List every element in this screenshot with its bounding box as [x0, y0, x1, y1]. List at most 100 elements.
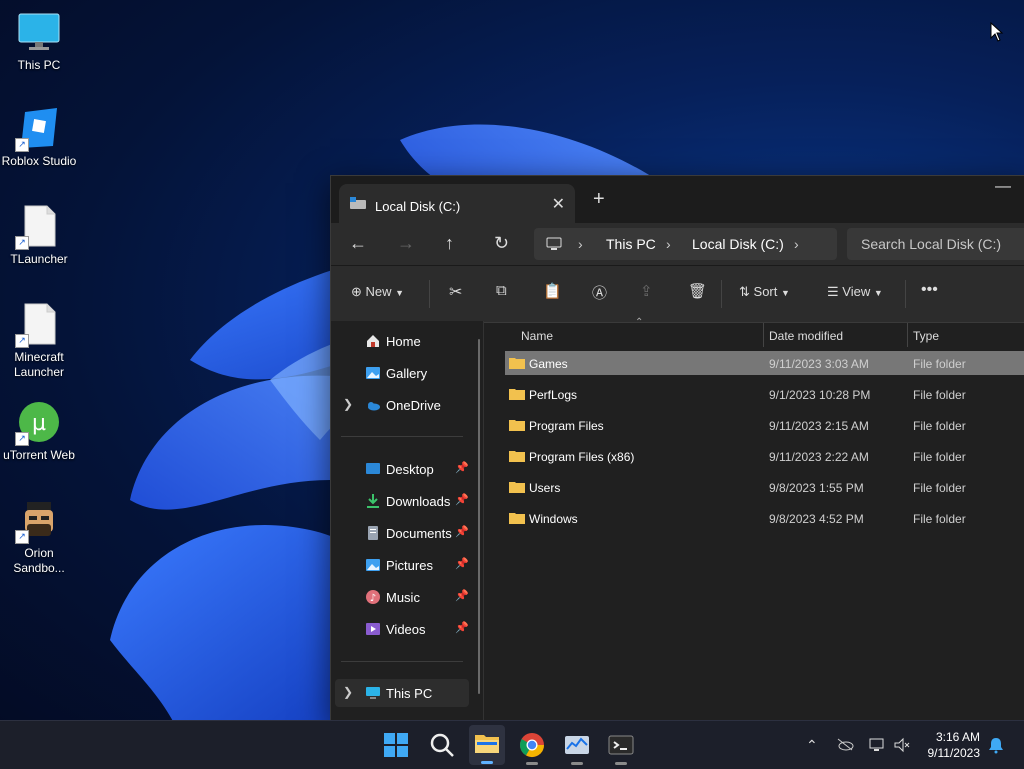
chevron-right-icon[interactable]: › — [794, 236, 799, 252]
minimize-button[interactable]: — — [995, 178, 1011, 196]
row-name: Program Files — [529, 419, 604, 433]
desktop-icon-roblox-studio[interactable]: ↗ Roblox Studio — [0, 106, 78, 169]
desktop-icon-orion-sandbox[interactable]: ↗ Orion Sandbo... — [0, 498, 78, 576]
pin-icon[interactable]: 📌 — [455, 525, 469, 538]
desktop-icon-tlauncher[interactable]: ↗ TLauncher — [0, 204, 78, 267]
nav-item-home[interactable]: Home — [331, 327, 469, 355]
folder-icon — [475, 735, 499, 753]
up-arrow-icon[interactable]: ↑ — [445, 233, 454, 254]
nav-item-gallery[interactable]: Gallery — [331, 359, 469, 387]
chevron-right-icon[interactable]: ❯ — [343, 685, 353, 699]
nav-scrollbar[interactable] — [478, 339, 480, 694]
forward-arrow-icon[interactable]: → — [397, 233, 415, 254]
new-tab-icon[interactable]: + — [593, 188, 605, 211]
breadcrumb-local-disk[interactable]: Local Disk (C:) — [692, 236, 784, 252]
divider[interactable] — [907, 323, 908, 347]
shortcut-arrow-icon: ↗ — [15, 432, 29, 446]
sort-button[interactable]: ⇅ Sort ▼ — [739, 284, 790, 300]
tab-local-disk[interactable]: Local Disk (C:) ✕ — [339, 184, 575, 223]
monitor-icon — [546, 237, 562, 250]
onedrive-offline-icon[interactable] — [836, 737, 854, 751]
search-button[interactable] — [428, 731, 456, 759]
view-list-icon: ☰ — [827, 284, 839, 299]
breadcrumb[interactable]: › This PC › Local Disk (C:) › — [534, 228, 837, 260]
chevron-down-icon: ▼ — [395, 288, 405, 298]
table-row[interactable]: Games 9/11/2023 3:03 AM File folder — [505, 351, 1024, 375]
show-hidden-icons-chevron-icon[interactable]: ⌃ — [806, 737, 818, 754]
delete-icon[interactable]: 🗑 — [688, 282, 707, 300]
system-clock[interactable]: 3:16 AM 9/11/2023 — [928, 729, 981, 761]
nav-item-desktop[interactable]: Desktop 📌 — [331, 455, 469, 483]
close-tab-icon[interactable]: ✕ — [552, 194, 565, 214]
paste-icon[interactable]: 📋 — [543, 282, 562, 300]
more-options-icon[interactable]: ••• — [921, 281, 938, 299]
nav-item-videos[interactable]: Videos 📌 — [331, 615, 469, 643]
video-icon — [365, 621, 381, 637]
nav-item-this-pc[interactable]: ❯ This PC — [335, 679, 469, 707]
nav-item-pictures[interactable]: Pictures 📌 — [331, 551, 469, 579]
copy-icon[interactable]: ⧉ — [496, 282, 507, 299]
new-button[interactable]: ⊕ New ▼ — [351, 284, 404, 300]
refresh-icon[interactable]: ↻ — [494, 233, 509, 254]
picture-icon — [365, 557, 381, 573]
nav-item-onedrive[interactable]: ❯ OneDrive — [331, 391, 469, 419]
taskbar-chrome[interactable] — [518, 731, 546, 765]
pin-icon[interactable]: 📌 — [455, 557, 469, 570]
nav-item-documents[interactable]: Documents 📌 — [331, 519, 469, 547]
table-row[interactable]: Users 9/8/2023 1:55 PM File folder — [505, 475, 1024, 499]
search-input[interactable]: Search Local Disk (C:) — [847, 228, 1024, 260]
view-label: View — [842, 284, 871, 299]
breadcrumb-this-pc[interactable]: This PC — [606, 236, 656, 252]
file-list: Name ⌃ Date modified Type Games 9/11/202… — [491, 317, 1024, 721]
desktop-icon-label: This PC — [17, 58, 61, 72]
share-icon[interactable]: ⇪ — [640, 282, 653, 300]
divider[interactable] — [763, 323, 764, 347]
taskbar-file-explorer[interactable] — [469, 725, 505, 765]
cut-icon[interactable]: ✂ — [449, 282, 462, 302]
pin-icon[interactable]: 📌 — [455, 461, 469, 474]
running-indicator — [571, 762, 583, 765]
rename-icon[interactable]: Ⓐ — [592, 282, 607, 303]
folder-icon — [509, 389, 525, 400]
view-button[interactable]: ☰ View ▼ — [827, 284, 883, 300]
divider — [341, 436, 463, 437]
column-header-type[interactable]: Type — [913, 329, 939, 343]
pin-icon[interactable]: 📌 — [455, 621, 469, 634]
column-header-name[interactable]: Name — [521, 329, 553, 343]
nav-item-music[interactable]: ♪ Music 📌 — [331, 583, 469, 611]
row-type: File folder — [913, 512, 966, 526]
row-type: File folder — [913, 388, 966, 402]
desktop-icon-this-pc[interactable]: This PC — [0, 10, 78, 73]
pin-icon[interactable]: 📌 — [455, 493, 469, 506]
desktop-icon-label: Minecraft Launcher — [13, 350, 65, 379]
volume-muted-icon[interactable] — [893, 737, 911, 753]
table-row[interactable]: Program Files 9/11/2023 2:15 AM File fol… — [505, 413, 1024, 437]
back-arrow-icon[interactable]: ← — [349, 233, 367, 254]
running-indicator — [526, 762, 538, 765]
nav-item-label: Downloads — [386, 494, 451, 509]
table-row[interactable]: Windows 9/8/2023 4:52 PM File folder — [505, 506, 1024, 530]
svg-text:µ: µ — [32, 411, 46, 436]
nav-item-label: Documents — [386, 526, 452, 541]
nav-item-label: Videos — [386, 622, 426, 637]
table-row[interactable]: Program Files (x86) 9/11/2023 2:22 AM Fi… — [505, 444, 1024, 468]
performance-monitor-icon — [565, 736, 589, 754]
shortcut-arrow-icon: ↗ — [15, 138, 29, 152]
desktop-icon-utorrent-web[interactable]: µ ↗ uTorrent Web — [0, 400, 78, 463]
chevron-right-icon[interactable]: ❯ — [343, 397, 353, 411]
nav-item-downloads[interactable]: Downloads 📌 — [331, 487, 469, 515]
network-icon[interactable] — [868, 737, 886, 753]
table-row[interactable]: PerfLogs 9/1/2023 10:28 PM File folder — [505, 382, 1024, 406]
pin-icon[interactable]: 📌 — [455, 589, 469, 602]
notification-bell-icon[interactable] — [988, 736, 1004, 754]
clock-time: 3:16 AM — [935, 730, 980, 744]
taskbar-performance-monitor[interactable] — [563, 731, 591, 765]
row-name: Games — [529, 357, 568, 371]
desktop-icon-minecraft-launcher[interactable]: ↗ Minecraft Launcher — [0, 302, 78, 380]
divider — [341, 661, 463, 662]
column-header-date[interactable]: Date modified — [769, 329, 843, 343]
start-button[interactable] — [382, 731, 410, 759]
nav-item-label: Gallery — [386, 366, 428, 381]
taskbar-terminal[interactable] — [607, 731, 635, 765]
tab-bar: Local Disk (C:) ✕ + — — [331, 176, 1024, 223]
